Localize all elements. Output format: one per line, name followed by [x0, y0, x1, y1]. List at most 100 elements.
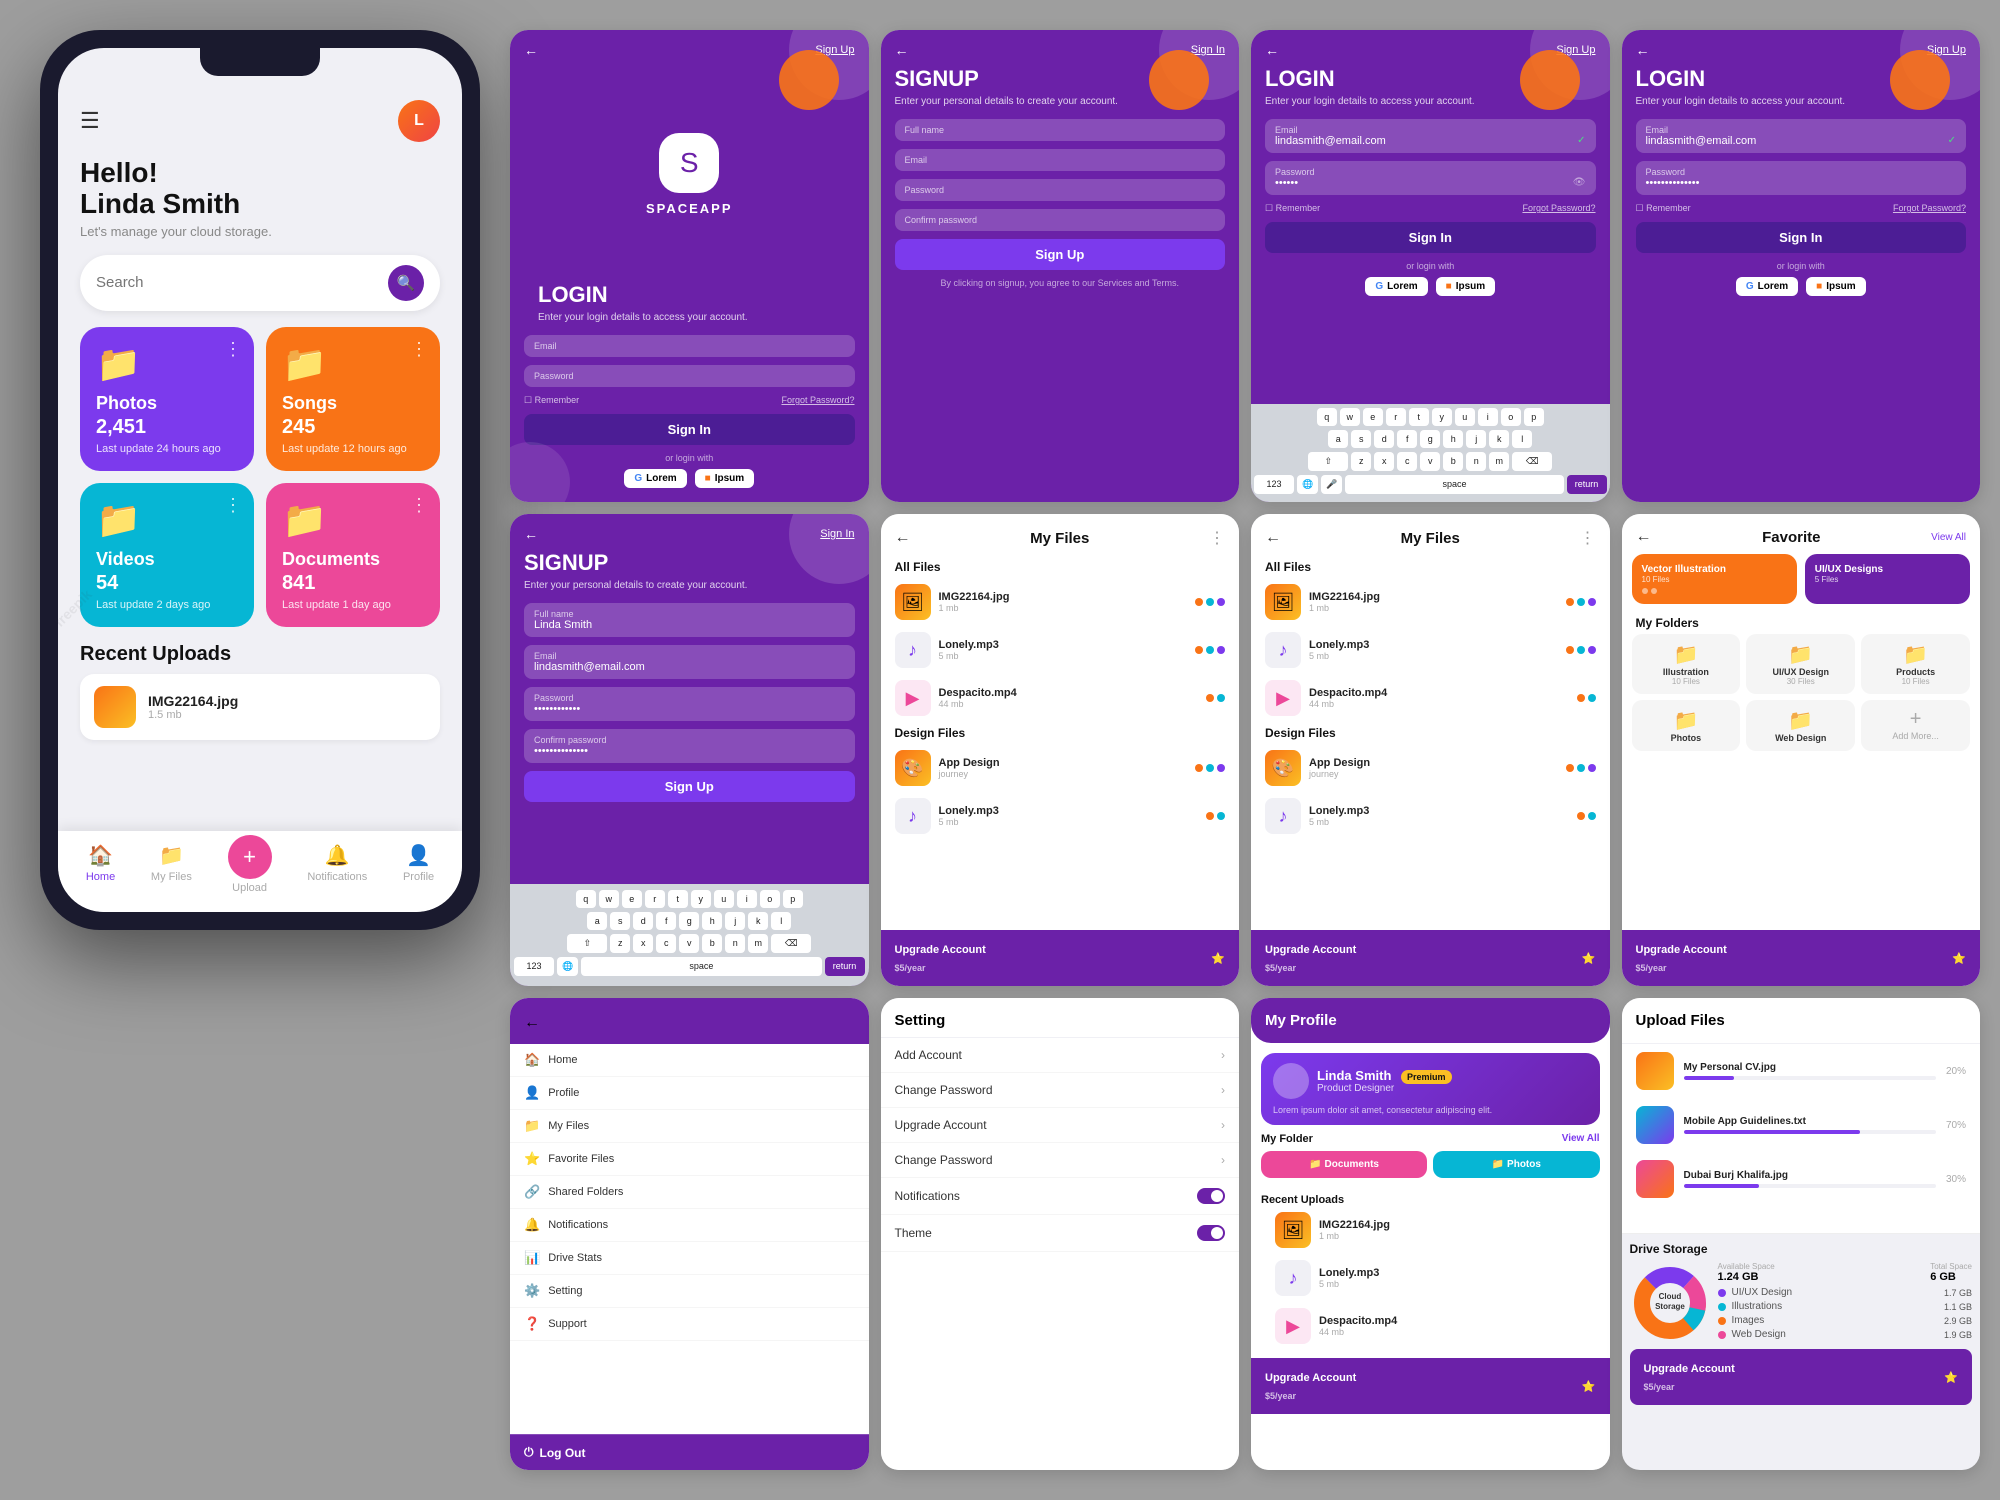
- forgot-password-link[interactable]: Forgot Password?: [1522, 203, 1595, 214]
- remember-checkbox[interactable]: ☐ Remember: [1265, 203, 1320, 214]
- setting-change-password[interactable]: Change Password ›: [881, 1073, 1240, 1108]
- setting-add-account[interactable]: Add Account ›: [881, 1038, 1240, 1073]
- remember-checkbox[interactable]: ☐ Remember: [1636, 203, 1691, 214]
- file-card-photos[interactable]: ⋮ 📁 Photos 2,451 Last update 24 hours ag…: [80, 327, 254, 471]
- search-button[interactable]: 🔍: [388, 265, 424, 301]
- key-j[interactable]: j: [1466, 430, 1486, 448]
- logout-button[interactable]: ⏻ Log Out: [510, 1434, 869, 1470]
- menu-item-home[interactable]: 🏠 Home: [510, 1044, 869, 1077]
- file-card-videos[interactable]: ⋮ 📁 Videos 54 Last update 2 days ago: [80, 483, 254, 627]
- key-h[interactable]: h: [1443, 430, 1463, 448]
- folder-item[interactable]: 📁 Web Design: [1746, 700, 1855, 751]
- menu-item-notifications[interactable]: 🔔 Notifications: [510, 1209, 869, 1242]
- key-return[interactable]: return: [1567, 475, 1607, 494]
- file-row[interactable]: 🖼 IMG22164.jpg 1 mb: [1261, 1206, 1600, 1254]
- search-bar[interactable]: 🔍: [80, 255, 440, 311]
- add-icon[interactable]: +: [1869, 708, 1962, 731]
- file-row[interactable]: 🎨 App Design journey: [881, 744, 1240, 792]
- hamburger-icon[interactable]: ☰: [80, 108, 100, 134]
- signin-button[interactable]: Sign In: [524, 414, 855, 445]
- back-arrow-icon[interactable]: ←: [895, 42, 909, 58]
- setting-notifications[interactable]: Notifications: [881, 1178, 1240, 1215]
- key-s[interactable]: s: [1351, 430, 1371, 448]
- key-e[interactable]: e: [1363, 408, 1383, 426]
- menu-item-files[interactable]: 📁 My Files: [510, 1110, 869, 1143]
- nav-notifications[interactable]: 🔔 Notifications: [307, 843, 367, 894]
- google-login-button[interactable]: G Lorem: [1365, 277, 1427, 296]
- key-t[interactable]: t: [1409, 408, 1429, 426]
- keyboard[interactable]: q w e r t y u i o p a s d: [1251, 404, 1610, 502]
- folder-item[interactable]: 📁 Products 10 Files: [1861, 634, 1970, 694]
- key-f[interactable]: f: [1397, 430, 1417, 448]
- card-menu-icon[interactable]: ⋮: [224, 495, 242, 516]
- key-x[interactable]: x: [1374, 452, 1394, 471]
- signup-button[interactable]: Sign Up: [524, 771, 855, 802]
- card-menu-icon[interactable]: ⋮: [410, 339, 428, 360]
- back-arrow-icon[interactable]: ←: [524, 42, 538, 58]
- menu-item-setting[interactable]: ⚙️ Setting: [510, 1275, 869, 1308]
- key-backspace[interactable]: ⌫: [1512, 452, 1552, 471]
- folder-documents[interactable]: 📁 Documents: [1261, 1151, 1427, 1178]
- upgrade-bar[interactable]: Upgrade Account $5/year ⭐: [1251, 930, 1610, 986]
- back-arrow-icon[interactable]: ←: [1265, 42, 1279, 58]
- facebook-login-button[interactable]: ■ Ipsum: [695, 469, 755, 488]
- file-row[interactable]: ▶ Despacito.mp4 44 mb: [1251, 674, 1610, 722]
- google-login-button[interactable]: G Lorem: [1736, 277, 1798, 296]
- theme-toggle[interactable]: [1197, 1225, 1225, 1241]
- key-space[interactable]: space: [1345, 475, 1563, 494]
- key-l[interactable]: l: [1512, 430, 1532, 448]
- menu-item-profile[interactable]: 👤 Profile: [510, 1077, 869, 1110]
- back-arrow-icon[interactable]: ←: [1265, 529, 1281, 547]
- key-mic[interactable]: 🎤: [1321, 475, 1342, 494]
- file-row[interactable]: ♪ Lonely.mp3 5 mb: [881, 626, 1240, 674]
- facebook-login-button[interactable]: ■ Ipsum: [1436, 277, 1496, 296]
- folder-item[interactable]: 📁 UI/UX Design 30 Files: [1746, 634, 1855, 694]
- file-row[interactable]: 🖼 IMG22164.jpg 1 mb: [1251, 578, 1610, 626]
- back-arrow-icon[interactable]: ←: [1636, 528, 1652, 546]
- file-card-songs[interactable]: ⋮ 📁 Songs 245 Last update 12 hours ago: [266, 327, 440, 471]
- key-k[interactable]: k: [1489, 430, 1509, 448]
- back-arrow-icon[interactable]: ←: [895, 529, 911, 547]
- upgrade-bar[interactable]: Upgrade Account $5/year ⭐: [1251, 1358, 1610, 1414]
- key-123[interactable]: 123: [1254, 475, 1294, 494]
- key-p[interactable]: p: [1524, 408, 1544, 426]
- key-o[interactable]: o: [1501, 408, 1521, 426]
- keyboard[interactable]: qw er ty ui op as df gh jk l ⇧ zx cv: [510, 884, 869, 986]
- key-q[interactable]: q: [1317, 408, 1337, 426]
- setting-theme[interactable]: Theme: [881, 1215, 1240, 1252]
- recent-upload-item[interactable]: IMG22164.jpg 1.5 mb: [80, 674, 440, 740]
- remember-checkbox[interactable]: ☐ Remember: [524, 395, 579, 406]
- setting-change-password-2[interactable]: Change Password ›: [881, 1143, 1240, 1178]
- menu-item-shared[interactable]: 🔗 Shared Folders: [510, 1176, 869, 1209]
- forgot-password-link[interactable]: Forgot Password?: [781, 395, 854, 406]
- file-row[interactable]: ♪ Lonely.mp3 5 mb: [1261, 1254, 1600, 1302]
- key-b[interactable]: b: [1443, 452, 1463, 471]
- menu-item-support[interactable]: ❓ Support: [510, 1308, 869, 1341]
- key-emoji[interactable]: 🌐: [1297, 475, 1318, 494]
- file-row[interactable]: ▶ Despacito.mp4 44 mb: [881, 674, 1240, 722]
- forgot-password-link[interactable]: Forgot Password?: [1893, 203, 1966, 214]
- setting-upgrade[interactable]: Upgrade Account ›: [881, 1108, 1240, 1143]
- key-m[interactable]: m: [1489, 452, 1509, 471]
- nav-upload[interactable]: + Upload: [228, 843, 272, 894]
- search-input[interactable]: [96, 274, 388, 291]
- file-row[interactable]: ▶ Despacito.mp4 44 mb: [1261, 1302, 1600, 1350]
- key-i[interactable]: i: [1478, 408, 1498, 426]
- file-row[interactable]: ♪ Lonely.mp3 5 mb: [881, 792, 1240, 840]
- key-d[interactable]: d: [1374, 430, 1394, 448]
- signin-button[interactable]: Sign In: [1265, 222, 1596, 253]
- nav-my-files[interactable]: 📁 My Files: [151, 843, 192, 894]
- card-menu-icon[interactable]: ⋮: [410, 495, 428, 516]
- file-row[interactable]: ♪ Lonely.mp3 5 mb: [1251, 792, 1610, 840]
- key-z[interactable]: z: [1351, 452, 1371, 471]
- file-card-documents[interactable]: ⋮ 📁 Documents 841 Last update 1 day ago: [266, 483, 440, 627]
- view-all-link[interactable]: View All: [1562, 1133, 1600, 1145]
- menu-back-icon[interactable]: ←: [524, 1014, 540, 1031]
- file-row[interactable]: 🎨 App Design journey: [1251, 744, 1610, 792]
- nav-home[interactable]: 🏠 Home: [86, 843, 115, 894]
- upgrade-bar[interactable]: Upgrade Account $5/year ⭐: [881, 930, 1240, 986]
- menu-item-drive[interactable]: 📊 Drive Stats: [510, 1242, 869, 1275]
- back-arrow-icon[interactable]: ←: [1636, 42, 1650, 58]
- menu-item-favorites[interactable]: ⭐ Favorite Files: [510, 1143, 869, 1176]
- key-c[interactable]: c: [1397, 452, 1417, 471]
